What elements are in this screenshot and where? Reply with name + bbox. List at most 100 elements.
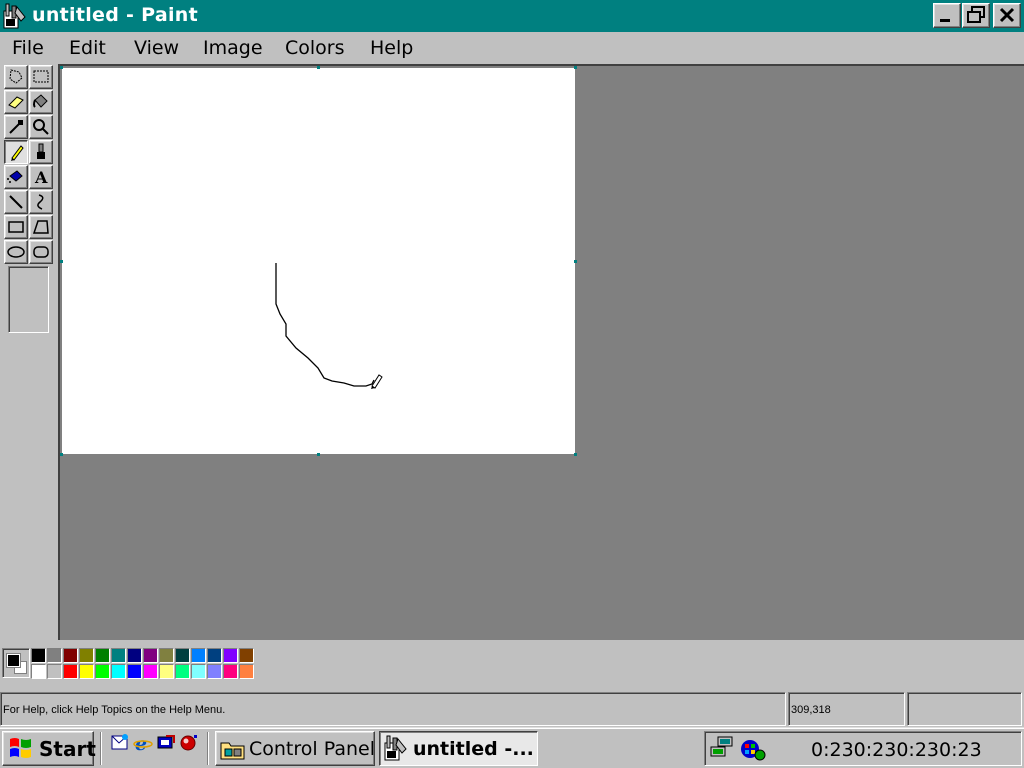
palette-swatch[interactable] [111, 664, 126, 679]
rounded-rect-icon [33, 246, 49, 258]
palette-swatch[interactable] [111, 648, 126, 663]
select-tool[interactable] [29, 65, 53, 89]
resize-handle [574, 66, 577, 69]
foreground-color [6, 653, 21, 668]
palette-swatch[interactable] [143, 664, 158, 679]
minimize-icon [940, 19, 950, 22]
resize-handle [60, 66, 63, 69]
airbrush-icon [7, 170, 23, 183]
pencil-cursor-icon [371, 374, 383, 389]
polygon-tool[interactable] [29, 215, 53, 239]
windows-logo-icon [10, 738, 31, 758]
resize-handle [60, 260, 63, 263]
ellipse-icon [7, 246, 25, 258]
title-bar[interactable]: untitled - Paint [0, 0, 1024, 32]
internet-explorer-icon[interactable]: e [133, 733, 153, 753]
pencil-tool[interactable] [4, 140, 28, 164]
network-icon[interactable] [709, 735, 737, 761]
palette-swatch[interactable] [207, 648, 222, 663]
taskbar-control-panel-button[interactable]: Control Panel [215, 731, 375, 766]
palette-swatch[interactable] [159, 648, 174, 663]
line-icon [9, 195, 23, 209]
palette-swatch[interactable] [31, 648, 46, 663]
palette-swatch[interactable] [47, 664, 62, 679]
palette-swatch[interactable] [79, 648, 94, 663]
palette-swatch[interactable] [31, 664, 46, 679]
palette-swatch[interactable] [175, 664, 190, 679]
palette-swatch[interactable] [63, 648, 78, 663]
palette-swatch[interactable] [143, 648, 158, 663]
status-size [907, 692, 1022, 726]
palette-swatch[interactable] [95, 664, 110, 679]
show-desktop-icon[interactable] [156, 733, 176, 753]
svg-text:A: A [34, 168, 48, 187]
restore-button[interactable] [962, 3, 990, 28]
tool-options-panel[interactable] [8, 266, 49, 333]
palette-swatch[interactable] [191, 664, 206, 679]
magnifier-tool[interactable] [29, 115, 53, 139]
resize-handle-right[interactable] [574, 260, 577, 263]
palette-swatch[interactable] [63, 664, 78, 679]
current-colors [2, 648, 30, 678]
clock: 0:230:230:230:23 [811, 739, 982, 761]
palette-swatch[interactable] [159, 664, 174, 679]
start-label: Start [39, 737, 96, 761]
line-tool[interactable] [4, 190, 28, 214]
menu-help[interactable]: Help [370, 37, 413, 59]
free-form-select-tool[interactable] [4, 65, 28, 89]
rectangle-tool[interactable] [4, 215, 28, 239]
rectangle-icon [8, 221, 24, 233]
resize-handle-bottom[interactable] [317, 453, 320, 456]
outlook-express-icon[interactable] [110, 733, 130, 753]
menu-view[interactable]: View [134, 37, 179, 59]
palette-swatch[interactable] [175, 648, 190, 663]
channels-icon[interactable] [179, 733, 199, 753]
task-label: untitled -... [413, 738, 534, 760]
palette-swatch[interactable] [127, 648, 142, 663]
fill-tool[interactable] [29, 90, 53, 114]
status-help-text: For Help, click Help Topics on the Help … [0, 692, 786, 726]
start-button[interactable]: Start [2, 731, 96, 766]
palette-swatch[interactable] [239, 664, 254, 679]
eraser-icon [8, 96, 24, 109]
control-panel-icon [220, 742, 245, 760]
rect-select-icon [33, 70, 49, 83]
pick-color-tool[interactable] [4, 115, 28, 139]
brush-tool[interactable] [29, 140, 53, 164]
taskbar-separator [207, 732, 209, 765]
system-tray: 0:230:230:230:23 [704, 731, 1022, 766]
palette-swatch[interactable] [79, 664, 94, 679]
menu-edit[interactable]: Edit [69, 37, 106, 59]
menu-file[interactable]: File [12, 37, 44, 59]
menu-image[interactable]: Image [203, 37, 263, 59]
palette-swatch[interactable] [207, 664, 222, 679]
palette-swatch[interactable] [191, 648, 206, 663]
close-button[interactable] [993, 3, 1021, 28]
paint-icon [384, 735, 407, 761]
rounded-rectangle-tool[interactable] [29, 240, 53, 264]
palette-swatch[interactable] [95, 648, 110, 663]
airbrush-tool[interactable] [4, 165, 28, 189]
paint-app-icon[interactable] [3, 3, 29, 29]
resize-handle-corner[interactable] [574, 453, 577, 456]
menu-colors[interactable]: Colors [285, 37, 345, 59]
curve-tool[interactable] [29, 190, 53, 214]
palette-swatch[interactable] [223, 648, 238, 663]
drawing-canvas[interactable] [62, 68, 575, 454]
window-title: untitled - Paint [32, 4, 199, 26]
text-icon: A [34, 168, 48, 187]
brush-icon [37, 143, 45, 159]
taskbar-paint-button[interactable]: untitled -... [379, 731, 538, 766]
fill-bucket-icon [33, 94, 48, 108]
windows-update-icon[interactable] [739, 735, 767, 761]
menu-bar: File Edit View Image Colors Help [0, 32, 1024, 64]
palette-swatch[interactable] [127, 664, 142, 679]
palette-swatch[interactable] [223, 664, 238, 679]
text-tool[interactable]: A [29, 165, 53, 189]
resize-handle [60, 453, 63, 456]
minimize-button[interactable] [933, 3, 961, 28]
palette-swatch[interactable] [239, 648, 254, 663]
eraser-tool[interactable] [4, 90, 28, 114]
palette-swatch[interactable] [47, 648, 62, 663]
ellipse-tool[interactable] [4, 240, 28, 264]
